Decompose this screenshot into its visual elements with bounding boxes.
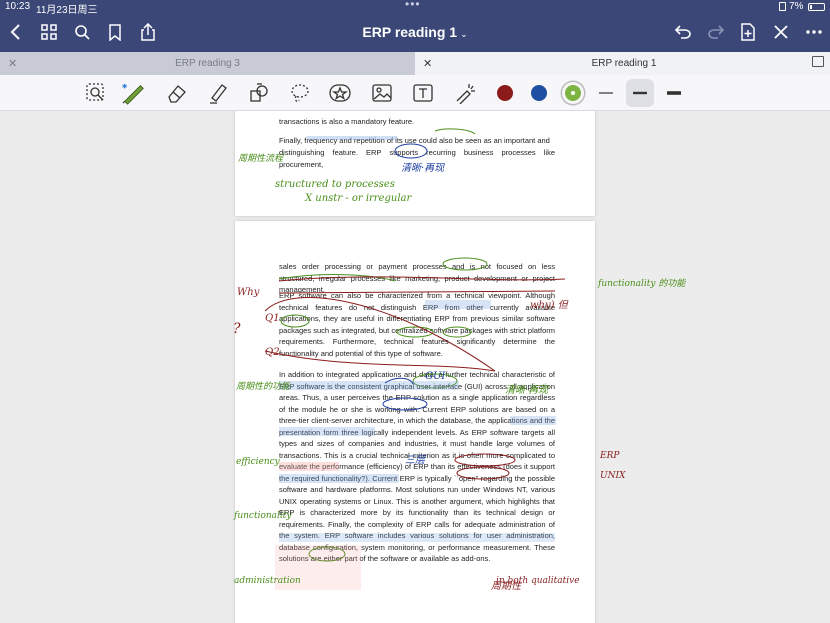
laser-pointer-icon[interactable]: [453, 81, 477, 105]
tab-label: ERP reading 1: [591, 58, 657, 69]
document-title[interactable]: ERP reading 1 ⌄: [340, 24, 490, 40]
chevron-down-icon: ⌄: [460, 29, 468, 39]
add-page-icon[interactable]: [736, 20, 760, 44]
shapes-icon[interactable]: [247, 81, 271, 105]
annotation-red-margin: UNIX: [600, 471, 626, 481]
lasso-icon[interactable]: [288, 81, 312, 105]
color-blue[interactable]: [531, 85, 547, 101]
tab-label: ERP reading 3: [175, 58, 240, 69]
document-title-text: ERP reading 1: [362, 24, 458, 40]
page1-line: transactions is also a mandatory feature…: [279, 117, 415, 126]
annotation-toolbar: ✱: [0, 75, 830, 111]
battery-icon: [808, 3, 825, 11]
annotation-red-margin: ERP: [600, 451, 620, 461]
tab-bar: ✕ ERP reading 3 ✕ ERP reading 1: [0, 52, 830, 75]
multitasking-dots-icon[interactable]: •••: [405, 0, 421, 11]
tab-erp-reading-3[interactable]: ✕ ERP reading 3: [0, 52, 415, 75]
annotation-green-margin: functionality 的功能: [598, 279, 686, 289]
color-green-selected[interactable]: [565, 85, 581, 101]
color-dark-red[interactable]: [497, 85, 513, 101]
more-options-icon[interactable]: [802, 20, 826, 44]
zoom-lasso-icon[interactable]: [84, 81, 108, 105]
page2-paragraph-3: In addition to integrated applications a…: [279, 370, 555, 563]
annotation-red: ?: [233, 321, 241, 337]
battery-percent: 7%: [789, 1, 804, 12]
highlighter-icon[interactable]: [206, 81, 230, 105]
redo-icon[interactable]: [704, 20, 728, 44]
tab-erp-reading-1[interactable]: ✕ ERP reading 1: [415, 52, 830, 75]
share-icon[interactable]: [136, 20, 160, 44]
sticker-icon[interactable]: [328, 81, 352, 105]
close-icon[interactable]: [769, 20, 793, 44]
status-date: 11月23日周三: [36, 5, 98, 16]
bookmark-icon[interactable]: [103, 20, 127, 44]
page1-line: Finally, frequency and repetition of its…: [279, 135, 555, 147]
annotation-red: Q2: [265, 347, 280, 358]
annotation-green: X unstr - or irregular: [305, 193, 412, 204]
undo-icon[interactable]: [671, 20, 695, 44]
stroke-thin[interactable]: [594, 81, 618, 105]
document-canvas[interactable]: transactions is also a mandatory feature…: [0, 111, 830, 623]
image-icon[interactable]: [370, 81, 394, 105]
annotation-red: 周期性: [491, 581, 521, 592]
page1-line-text: Finally, frequency and repetition of its…: [279, 136, 550, 145]
eraser-icon[interactable]: [165, 81, 189, 105]
stroke-medium-selected[interactable]: [626, 79, 654, 107]
page-1: transactions is also a mandatory feature…: [235, 111, 595, 216]
page-2: sales order processing or payment proces…: [233, 221, 595, 623]
page2-paragraph-2: ERP software can also be characterized f…: [279, 291, 555, 358]
pen-icon[interactable]: ✱: [122, 81, 146, 105]
stroke-thick[interactable]: [662, 81, 686, 105]
annotation-red: Q1: [265, 313, 280, 324]
svg-text:✱: ✱: [122, 82, 127, 90]
annotation-green: structured to processes: [275, 179, 395, 190]
annotation-red: Why: [237, 287, 260, 298]
split-view-icon[interactable]: [812, 56, 824, 67]
text-box-icon[interactable]: [411, 81, 435, 105]
grid-view-icon[interactable]: [37, 20, 61, 44]
back-chevron-icon[interactable]: [4, 20, 28, 44]
orientation-lock-icon: [779, 2, 786, 11]
search-icon[interactable]: [70, 20, 94, 44]
status-time: 10:23: [5, 1, 31, 12]
title-bar: 10:23 11月23日周三 ••• 7% ERP reading 1 ⌄: [0, 0, 830, 52]
page1-line: distinguishing feature. ERP supports rec…: [279, 148, 555, 169]
status-bar: 10:23 11月23日周三 ••• 7%: [0, 0, 830, 16]
